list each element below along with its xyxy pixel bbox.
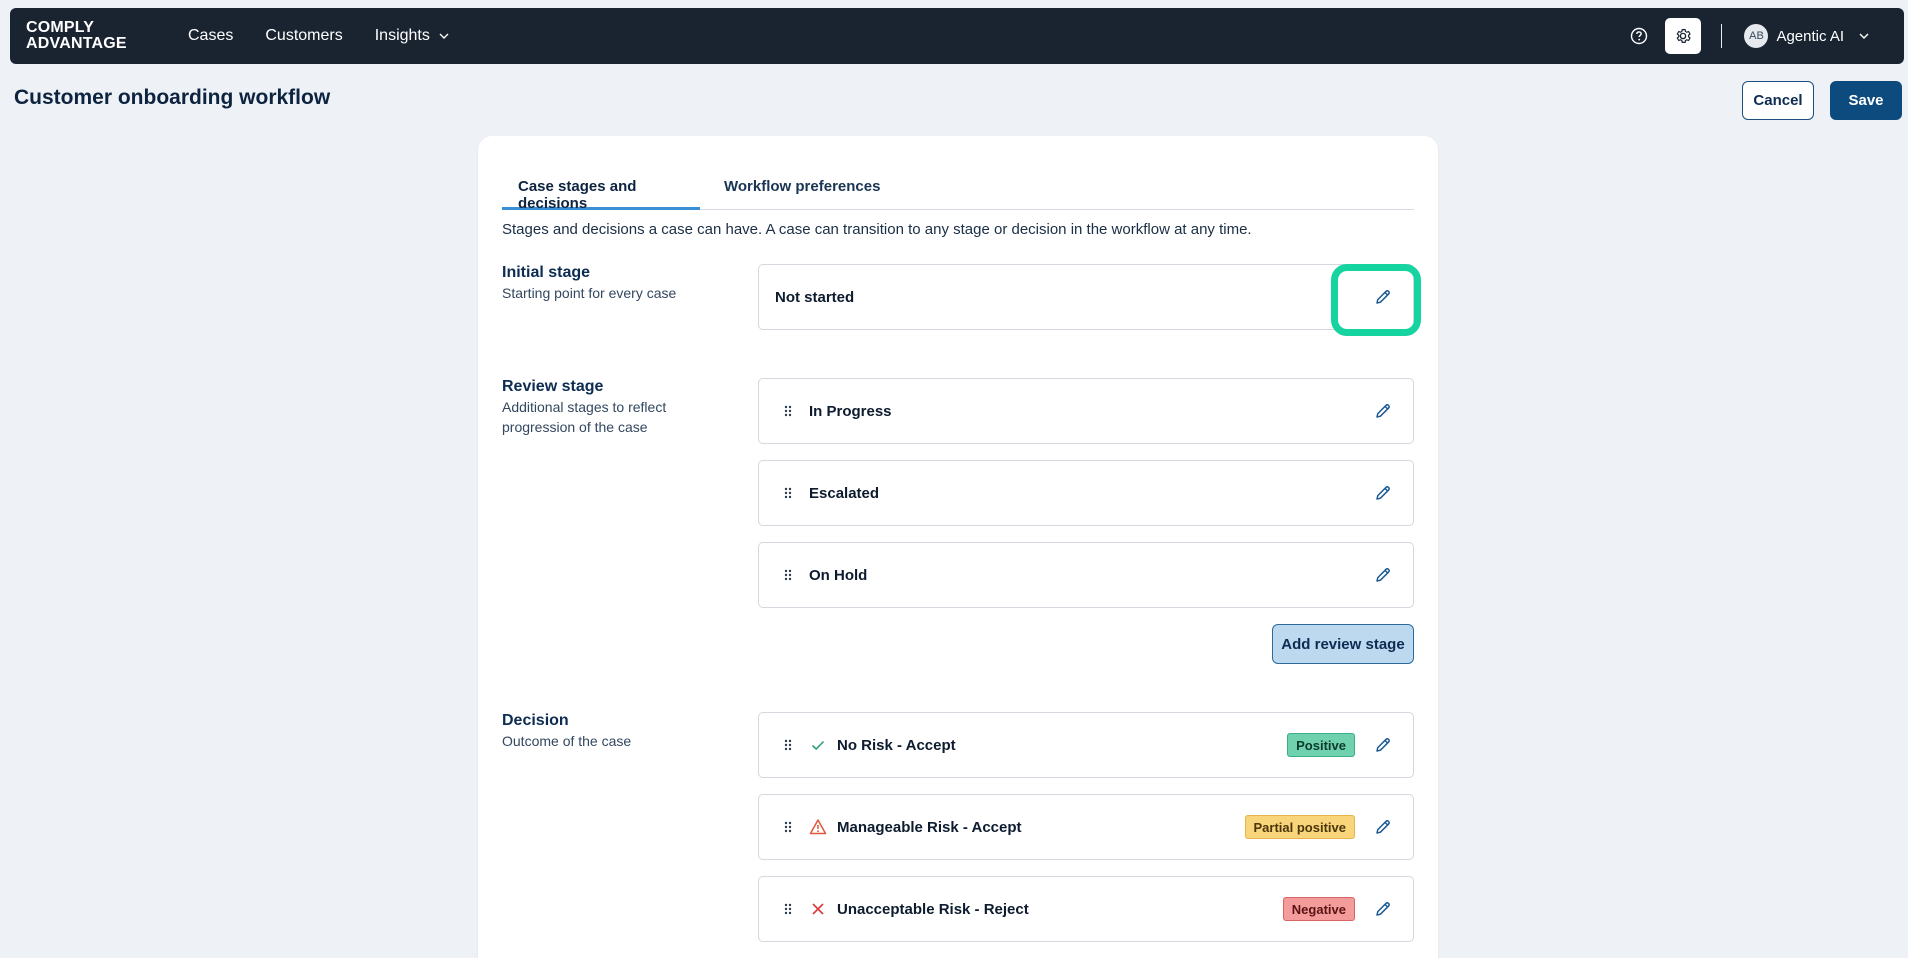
nav-item-insights[interactable]: Insights	[375, 27, 450, 45]
status-badge: Partial positive	[1244, 815, 1355, 839]
edit-review-stage-button[interactable]	[1365, 557, 1401, 593]
decision-item: No Risk - Accept Positive	[758, 712, 1414, 778]
decision-item: Unacceptable Risk - Reject Negative	[758, 876, 1414, 942]
help-icon	[1631, 27, 1648, 45]
drag-handle[interactable]	[779, 903, 797, 915]
drag-handle[interactable]	[779, 569, 797, 581]
drag-handle-icon	[784, 487, 792, 499]
pencil-icon	[1376, 568, 1390, 582]
nav-item-customers[interactable]: Customers	[265, 27, 342, 45]
review-stage-item: Escalated	[758, 460, 1414, 526]
decision-item-label: Unacceptable Risk - Reject	[837, 900, 1029, 918]
intro-text: Stages and decisions a case can have. A …	[502, 221, 1252, 238]
nav-item-cases[interactable]: Cases	[188, 27, 233, 45]
initial-stage-row: Not started	[758, 264, 1414, 330]
nav-divider	[1721, 24, 1723, 48]
decision-label: Decision Outcome of the case	[502, 712, 632, 749]
top-navigation: COMPLY ADVANTAGE Cases Customers Insight…	[10, 8, 1904, 64]
workflow-card: Case stages and decisions Workflow prefe…	[478, 136, 1438, 958]
pencil-icon	[1376, 404, 1390, 418]
pencil-icon	[1376, 902, 1390, 916]
gear-icon	[1677, 29, 1692, 43]
drag-handle[interactable]	[779, 405, 797, 417]
initial-stage-value: Not started	[775, 288, 855, 306]
edit-review-stage-button[interactable]	[1365, 393, 1401, 429]
help-button[interactable]	[1621, 18, 1657, 54]
chevron-down-icon	[1859, 33, 1869, 39]
review-stage-item: In Progress	[758, 378, 1414, 444]
drag-handle-icon	[784, 405, 792, 417]
review-stage-item-label: In Progress	[809, 402, 892, 420]
pencil-icon	[1376, 486, 1390, 500]
decision-item-label: Manageable Risk - Accept	[837, 818, 1022, 836]
settings-button[interactable]	[1665, 18, 1702, 54]
avatar[interactable]: AB	[1744, 24, 1769, 48]
add-review-stage-button[interactable]: Add review stage	[1272, 624, 1414, 664]
warning-icon	[809, 818, 827, 836]
pencil-icon	[1376, 820, 1390, 834]
edit-initial-stage-button[interactable]	[1365, 279, 1401, 315]
status-badge: Positive	[1287, 733, 1355, 757]
drag-handle-icon	[784, 569, 792, 581]
decision-item: Manageable Risk - Accept Partial positiv…	[758, 794, 1414, 860]
initial-stage-label: Initial stage Starting point for every c…	[502, 264, 677, 301]
pencil-icon	[1376, 290, 1390, 304]
edit-decision-button[interactable]	[1365, 809, 1401, 845]
tab-bar: Case stages and decisions Workflow prefe…	[502, 170, 1414, 212]
review-stage-item-label: On Hold	[809, 566, 868, 584]
edit-decision-button[interactable]	[1365, 727, 1401, 763]
drag-handle-icon	[784, 739, 792, 751]
logo[interactable]: COMPLY ADVANTAGE	[26, 20, 148, 52]
check-icon	[809, 736, 827, 754]
chevron-down-icon	[439, 33, 449, 39]
edit-review-stage-button[interactable]	[1365, 475, 1401, 511]
tab-case-stages[interactable]: Case stages and decisions	[502, 170, 700, 212]
save-button[interactable]: Save	[1830, 81, 1902, 120]
close-icon	[809, 900, 827, 918]
decision-item-label: No Risk - Accept	[837, 736, 956, 754]
drag-handle[interactable]	[779, 821, 797, 833]
nav-right: AB Agentic AI	[1621, 8, 1904, 64]
review-stage-label: Review stage Additional stages to reflec…	[502, 378, 667, 435]
cancel-button[interactable]: Cancel	[1742, 81, 1814, 120]
edit-decision-button[interactable]	[1365, 891, 1401, 927]
page-title: Customer onboarding workflow	[14, 86, 331, 109]
status-badge: Negative	[1282, 897, 1355, 921]
tab-workflow-preferences[interactable]: Workflow preferences	[724, 170, 880, 210]
pencil-icon	[1376, 738, 1390, 752]
user-menu-toggle[interactable]	[1858, 30, 1870, 42]
drag-handle-icon	[784, 903, 792, 915]
user-name[interactable]: Agentic AI	[1776, 28, 1844, 45]
drag-handle[interactable]	[779, 739, 797, 751]
review-stage-item: On Hold	[758, 542, 1414, 608]
drag-handle-icon	[784, 821, 792, 833]
review-stage-item-label: Escalated	[809, 484, 880, 502]
drag-handle[interactable]	[779, 487, 797, 499]
